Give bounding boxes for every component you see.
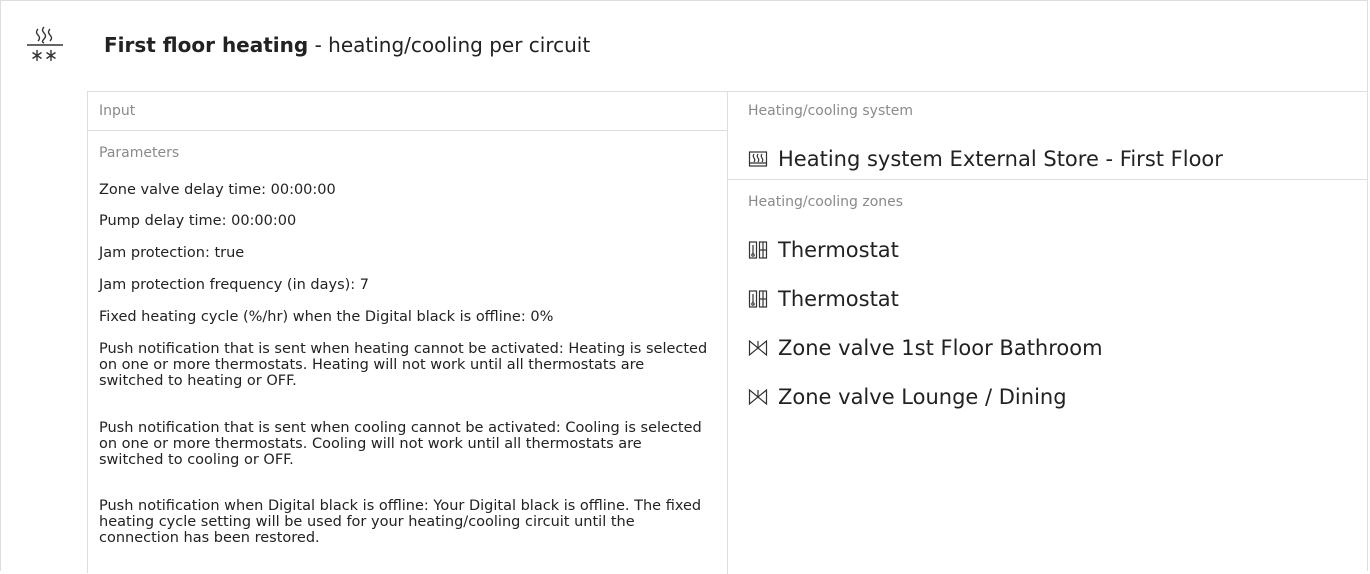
heating-system-icon bbox=[748, 147, 778, 171]
zone-label: Thermostat bbox=[778, 238, 899, 262]
divider bbox=[728, 179, 1368, 180]
parameters-label: Parameters bbox=[99, 145, 180, 161]
valve-icon bbox=[748, 336, 778, 360]
system-section-label: Heating/cooling system bbox=[748, 103, 914, 119]
heating-cooling-icon bbox=[23, 25, 67, 67]
divider bbox=[88, 130, 727, 131]
param-jam-frequency: Jam protection frequency (in days): 7 bbox=[99, 277, 369, 293]
page-title: First floor heating - heating/cooling pe… bbox=[104, 33, 590, 57]
heating-system-link[interactable]: Heating system External Store - First Fl… bbox=[748, 147, 1223, 171]
param-cooling-notification: Push notification that is sent when cool… bbox=[99, 420, 702, 468]
param-jam-protection: Jam protection: true bbox=[99, 245, 245, 261]
param-pump-delay: Pump delay time: 00:00:00 bbox=[99, 213, 297, 229]
title-subtitle: - heating/cooling per circuit bbox=[308, 33, 591, 57]
valve-icon bbox=[748, 385, 778, 409]
content-area: Input Parameters Zone valve delay time: … bbox=[87, 91, 1368, 574]
zone-thermostat-1[interactable]: Thermostat bbox=[748, 238, 899, 262]
input-section-label: Input bbox=[99, 103, 136, 119]
param-offline-notification: Push notification when Digital black is … bbox=[99, 498, 702, 546]
zones-section-label: Heating/cooling zones bbox=[748, 194, 904, 210]
input-column: Input Parameters Zone valve delay time: … bbox=[88, 92, 728, 574]
param-fixed-heating-cycle: Fixed heating cycle (%/hr) when the Digi… bbox=[99, 309, 554, 325]
zone-label: Zone valve Lounge / Dining bbox=[778, 385, 1067, 409]
system-column: Heating/cooling system Heating system Ex… bbox=[728, 92, 1368, 574]
title-bold: First floor heating bbox=[104, 33, 309, 57]
param-zone-valve-delay: Zone valve delay time: 00:00:00 bbox=[99, 182, 336, 198]
zone-valve-bathroom[interactable]: Zone valve 1st Floor Bathroom bbox=[748, 336, 1103, 360]
zone-thermostat-2[interactable]: Thermostat bbox=[748, 287, 899, 311]
panel-header: First floor heating - heating/cooling pe… bbox=[0, 0, 1370, 80]
zone-label: Zone valve 1st Floor Bathroom bbox=[778, 336, 1103, 360]
heating-system-name: Heating system External Store - First Fl… bbox=[778, 147, 1223, 171]
thermostat-icon bbox=[748, 238, 778, 262]
thermostat-icon bbox=[748, 287, 778, 311]
param-heating-notification: Push notification that is sent when heat… bbox=[99, 341, 708, 389]
zone-label: Thermostat bbox=[778, 287, 899, 311]
zone-valve-lounge[interactable]: Zone valve Lounge / Dining bbox=[748, 385, 1067, 409]
